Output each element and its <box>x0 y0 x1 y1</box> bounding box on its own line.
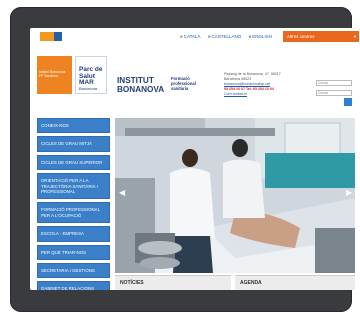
other-centres-dropdown[interactable]: Altres centres ▾ <box>283 31 359 42</box>
search-button[interactable] <box>344 98 352 106</box>
park-logo-subtitle: Barcelona <box>79 85 98 91</box>
bullet-icon: ■ <box>248 34 252 39</box>
institut-logo[interactable]: Institut Bonanova FP Sanitària <box>37 56 72 94</box>
search-input[interactable]: Cercar <box>316 80 352 86</box>
institute-title: INSTITUT BONANOVA <box>117 76 164 94</box>
institute-title-line1: INSTITUT <box>117 76 154 85</box>
lang-castellano[interactable]: CASTELLANO <box>212 34 242 39</box>
carousel-prev-arrow-icon[interactable]: ◀ <box>119 188 125 197</box>
news-heading[interactable]: NOTÍCIES <box>115 275 231 290</box>
site-header: Institut Bonanova FP Sanitària Parc de S… <box>30 46 360 106</box>
website-screen: ■CATALÀ ■CASTELLANO ■ENGLISH Altres cent… <box>30 28 360 290</box>
lang-english[interactable]: ENGLISH <box>252 34 272 39</box>
institute-title-line2: BONANOVA <box>117 85 165 94</box>
sidebar-item-per-que-triar[interactable]: PER QUÈ TRIAR-NOS <box>37 244 110 261</box>
sidebar-item-orientacio[interactable]: ORIENTACIÓ PER A LA TRAJECTÒRIA SANITÀRI… <box>37 173 110 200</box>
hero-image <box>115 118 355 273</box>
parc-salut-mar-logo[interactable]: Parc de Salut MAR Barcelona <box>75 56 107 94</box>
park-logo-title: Parc de Salut MAR <box>79 66 103 86</box>
sidebar-item-relacions-internacionals[interactable]: GABINET DE RELACIONS INTERNACIONALS <box>37 281 110 290</box>
top-bar: ■CATALÀ ■CASTELLANO ■ENGLISH Altres cent… <box>30 28 360 47</box>
bullet-icon: ■ <box>207 34 211 39</box>
sidebar-item-coneix-nos[interactable]: CONEIX-NOS <box>37 118 110 134</box>
bottom-sections: NOTÍCIES AGENDA <box>115 275 355 290</box>
contact-info: Passeig de la Bonanova, 47, 08017 Barcel… <box>224 72 281 97</box>
sidebar-item-formacio-ocupacio[interactable]: FORMACIÓ PROFESSIONAL PER A L'OCUPACIÓ <box>37 202 110 224</box>
chevron-down-icon: ▾ <box>353 34 356 39</box>
sidebar-item-grau-superior[interactable]: CICLES DE GRAU SUPERIOR <box>37 154 110 171</box>
bullet-icon: ■ <box>180 34 183 39</box>
generalitat-logo <box>40 32 54 41</box>
lang-catala[interactable]: CATALÀ <box>184 34 201 39</box>
sidebar-menu: CONEIX-NOS CICLES DE GRAU MITJÀ CICLES D… <box>37 118 110 290</box>
sidebar-item-grau-mitja[interactable]: CICLES DE GRAU MITJÀ <box>37 136 110 152</box>
sidebar-item-secretaria[interactable]: SECRETARIA I GESTIONS <box>37 263 110 279</box>
language-switcher: ■CATALÀ ■CASTELLANO ■ENGLISH <box>180 34 278 39</box>
department-logo <box>54 32 62 41</box>
hospital-scene-illustration <box>115 118 355 273</box>
agenda-heading[interactable]: AGENDA <box>235 275 355 290</box>
carousel-next-arrow-icon[interactable]: ▶ <box>346 188 352 197</box>
institute-subtitle: Formació professional sanitària <box>171 76 196 92</box>
other-centres-label: Altres centres <box>287 34 315 39</box>
search-input-secondary[interactable]: Cercar <box>316 90 352 96</box>
directions-link[interactable]: Com arribar-hi <box>224 92 281 97</box>
institute-sub-line3: sanitària <box>171 86 189 92</box>
sidebar-item-escola-empresa[interactable]: ESCOLA - EMPRESA <box>37 226 110 242</box>
